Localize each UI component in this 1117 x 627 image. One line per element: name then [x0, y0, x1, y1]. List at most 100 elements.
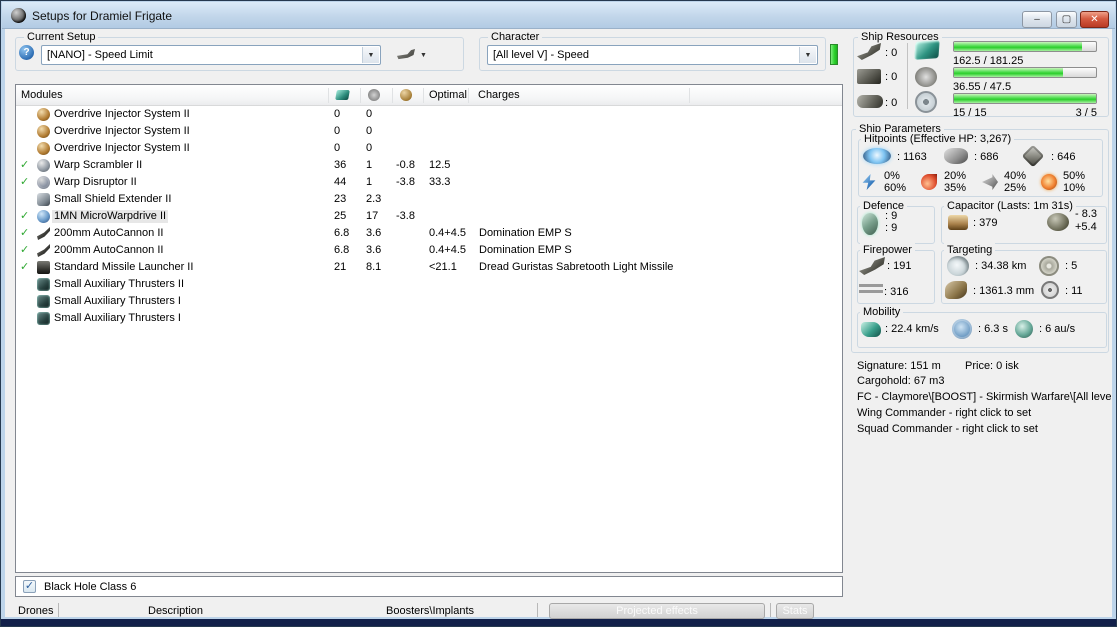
modules-rows: Overdrive Injector System II 0 0 Overdrive …	[16, 106, 842, 572]
module-name: Overdrive Injector System II	[54, 108, 190, 120]
current-setup-dropdown[interactable]: [NANO] - Speed Limit ▼	[41, 45, 381, 65]
fitted-check-icon: ✓	[20, 261, 30, 273]
powergrid-value: 0	[366, 108, 373, 120]
targeting-label: Targeting	[944, 243, 996, 257]
module-row[interactable]: Overdrive Injector System II 0 0	[16, 140, 842, 157]
cpu-value: 0	[334, 108, 341, 120]
powergrid-column-icon[interactable]	[368, 89, 380, 101]
cpu-value: 6.8	[334, 227, 350, 239]
module-row[interactable]: ✓ 200mm AutoCannon II 6.8 3.6 0.4+4.5 Dominat…	[16, 242, 842, 259]
divider	[58, 603, 59, 617]
module-row[interactable]: Overdrive Injector System II 0 0	[16, 106, 842, 123]
help-icon[interactable]: ?	[19, 45, 34, 60]
capacitor-column-icon[interactable]	[400, 89, 412, 101]
current-setup-value: [NANO] - Speed Limit	[47, 49, 153, 61]
fleet-booster-text[interactable]: FC - Claymore\[BOOST] - Skirmish Warfare…	[857, 391, 1111, 404]
cpu-usage-bar	[953, 41, 1097, 52]
divider	[907, 43, 908, 109]
capacitor-value: -3.8	[396, 176, 415, 188]
overdrive-icon	[37, 142, 50, 155]
cpu-usage-fill	[954, 42, 1082, 51]
character-dropdown[interactable]: [All level V] - Speed ▼	[487, 45, 818, 65]
close-button[interactable]: ✕	[1080, 11, 1109, 28]
hitpoints-label: Hitpoints (Effective HP: 3,267)	[861, 132, 1015, 146]
module-row[interactable]: ✓ 200mm AutoCannon II 6.8 3.6 0.4+4.5 Dominat…	[16, 225, 842, 242]
module-row[interactable]: Small Auxiliary Thrusters I	[16, 310, 842, 327]
module-name: Small Auxiliary Thrusters I	[54, 295, 181, 307]
window-title: Setups for Dramiel Frigate	[32, 9, 173, 23]
modules-table-header[interactable]: Modules Optimal Charges	[16, 85, 842, 106]
divider	[423, 88, 424, 103]
tab-boosters-implants[interactable]: Boosters\Implants	[386, 605, 474, 618]
calibration-icon	[915, 91, 937, 113]
firepower-label: Firepower	[860, 243, 915, 257]
warp-scrambler-icon	[37, 159, 50, 172]
squad-commander-text[interactable]: Squad Commander - right click to set	[857, 423, 1038, 436]
explosive-resist-icon	[1041, 174, 1057, 190]
divider	[770, 603, 771, 617]
wing-commander-text[interactable]: Wing Commander - right click to set	[857, 407, 1031, 420]
title-bar[interactable]: Setups for Dramiel Frigate – ▢ ✕	[2, 2, 1115, 29]
capacitor-flux-icon	[1047, 213, 1069, 231]
module-row[interactable]: ✓ Warp Disruptor II 44 1 -3.8 33.3	[16, 174, 842, 191]
rig-count-text: 3 / 5	[1075, 107, 1097, 119]
align-time-value: : 6.3 s	[978, 323, 1008, 335]
module-row[interactable]: ✓ 1MN MicroWarpdrive II 25 17 -3.8	[16, 208, 842, 225]
optimal-value: 0.4+4.5	[429, 244, 467, 256]
dps-value: : 316	[884, 286, 909, 298]
minimize-button[interactable]: –	[1022, 11, 1052, 28]
module-row[interactable]: Small Shield Extender II 23 2.3	[16, 191, 842, 208]
module-row[interactable]: ✓ Warp Scrambler II 36 1 -0.8 12.5	[16, 157, 842, 174]
capacitor-amount: : 379	[973, 217, 998, 229]
environment-checkbox[interactable]: ✓	[23, 580, 36, 593]
signature-text: Signature: 151 m	[857, 360, 941, 372]
module-row[interactable]: Small Auxiliary Thrusters I	[16, 293, 842, 310]
divider	[689, 88, 690, 103]
tab-drones[interactable]: Drones	[18, 605, 53, 618]
maximize-button[interactable]: ▢	[1056, 11, 1077, 28]
optimal-column-header[interactable]: Optimal	[429, 89, 467, 102]
charges-column-header[interactable]: Charges	[478, 89, 520, 102]
powergrid-value: 1	[366, 159, 373, 171]
fitted-check-icon: ✓	[20, 176, 30, 188]
rig-icon	[37, 278, 50, 291]
scan-resolution-value: : 1361.3 mm	[973, 285, 1035, 297]
cpu-column-icon[interactable]	[335, 90, 350, 100]
stats-button[interactable]: Stats	[776, 603, 814, 619]
chevron-down-icon: ▼	[799, 47, 816, 63]
warp-speed-value: : 6 au/s	[1039, 323, 1076, 335]
module-row[interactable]: ✓ Standard Missile Launcher II 21 8.1 <21.1 D…	[16, 259, 842, 276]
max-speed-value: : 22.4 km/s	[885, 323, 939, 335]
fitted-check-icon: ✓	[20, 227, 30, 239]
modules-column-header[interactable]: Modules	[21, 89, 63, 102]
shield-hp-value: : 1163	[897, 151, 927, 163]
eft-window: Setups for Dramiel Frigate – ▢ ✕ Current…	[0, 0, 1117, 627]
structure-hp-value: : 646	[1051, 151, 1076, 163]
rig-slot-icon	[857, 95, 883, 108]
module-row[interactable]: Small Auxiliary Thrusters II	[16, 276, 842, 293]
fitted-check-icon: ✓	[20, 244, 30, 256]
targeting-range-value: : 34.38 km	[975, 260, 1027, 272]
chevron-down-icon: ▼	[420, 52, 427, 59]
projected-effects-button[interactable]: Projected effects	[549, 603, 765, 619]
tab-description[interactable]: Description	[148, 605, 203, 618]
calibration-usage-fill	[954, 94, 1096, 103]
powergrid-usage-bar	[953, 67, 1097, 78]
explosive-armor-resist: 10%	[1063, 182, 1086, 194]
modules-table: Modules Optimal Charges Overdrive Inject…	[15, 84, 843, 573]
defence-bottom-value: : 9	[885, 222, 898, 234]
cpu-value: 44	[334, 176, 347, 188]
align-time-icon	[952, 319, 972, 339]
turret-hardpoints-value: : 0	[885, 47, 898, 59]
module-row[interactable]: Overdrive Injector System II 0 0	[16, 123, 842, 140]
armor-hp-icon	[944, 148, 968, 164]
cpu-value: 23	[334, 193, 347, 205]
divider	[392, 88, 393, 103]
character-value: [All level V] - Speed	[493, 49, 589, 61]
dps-icon	[859, 284, 883, 296]
powergrid-usage-fill	[954, 68, 1064, 77]
rig-icon	[37, 295, 50, 308]
environment-panel: ✓ Black Hole Class 6	[15, 576, 843, 597]
launcher-hardpoint-icon	[857, 69, 881, 84]
ship-select-button[interactable]: ▼	[394, 43, 436, 65]
